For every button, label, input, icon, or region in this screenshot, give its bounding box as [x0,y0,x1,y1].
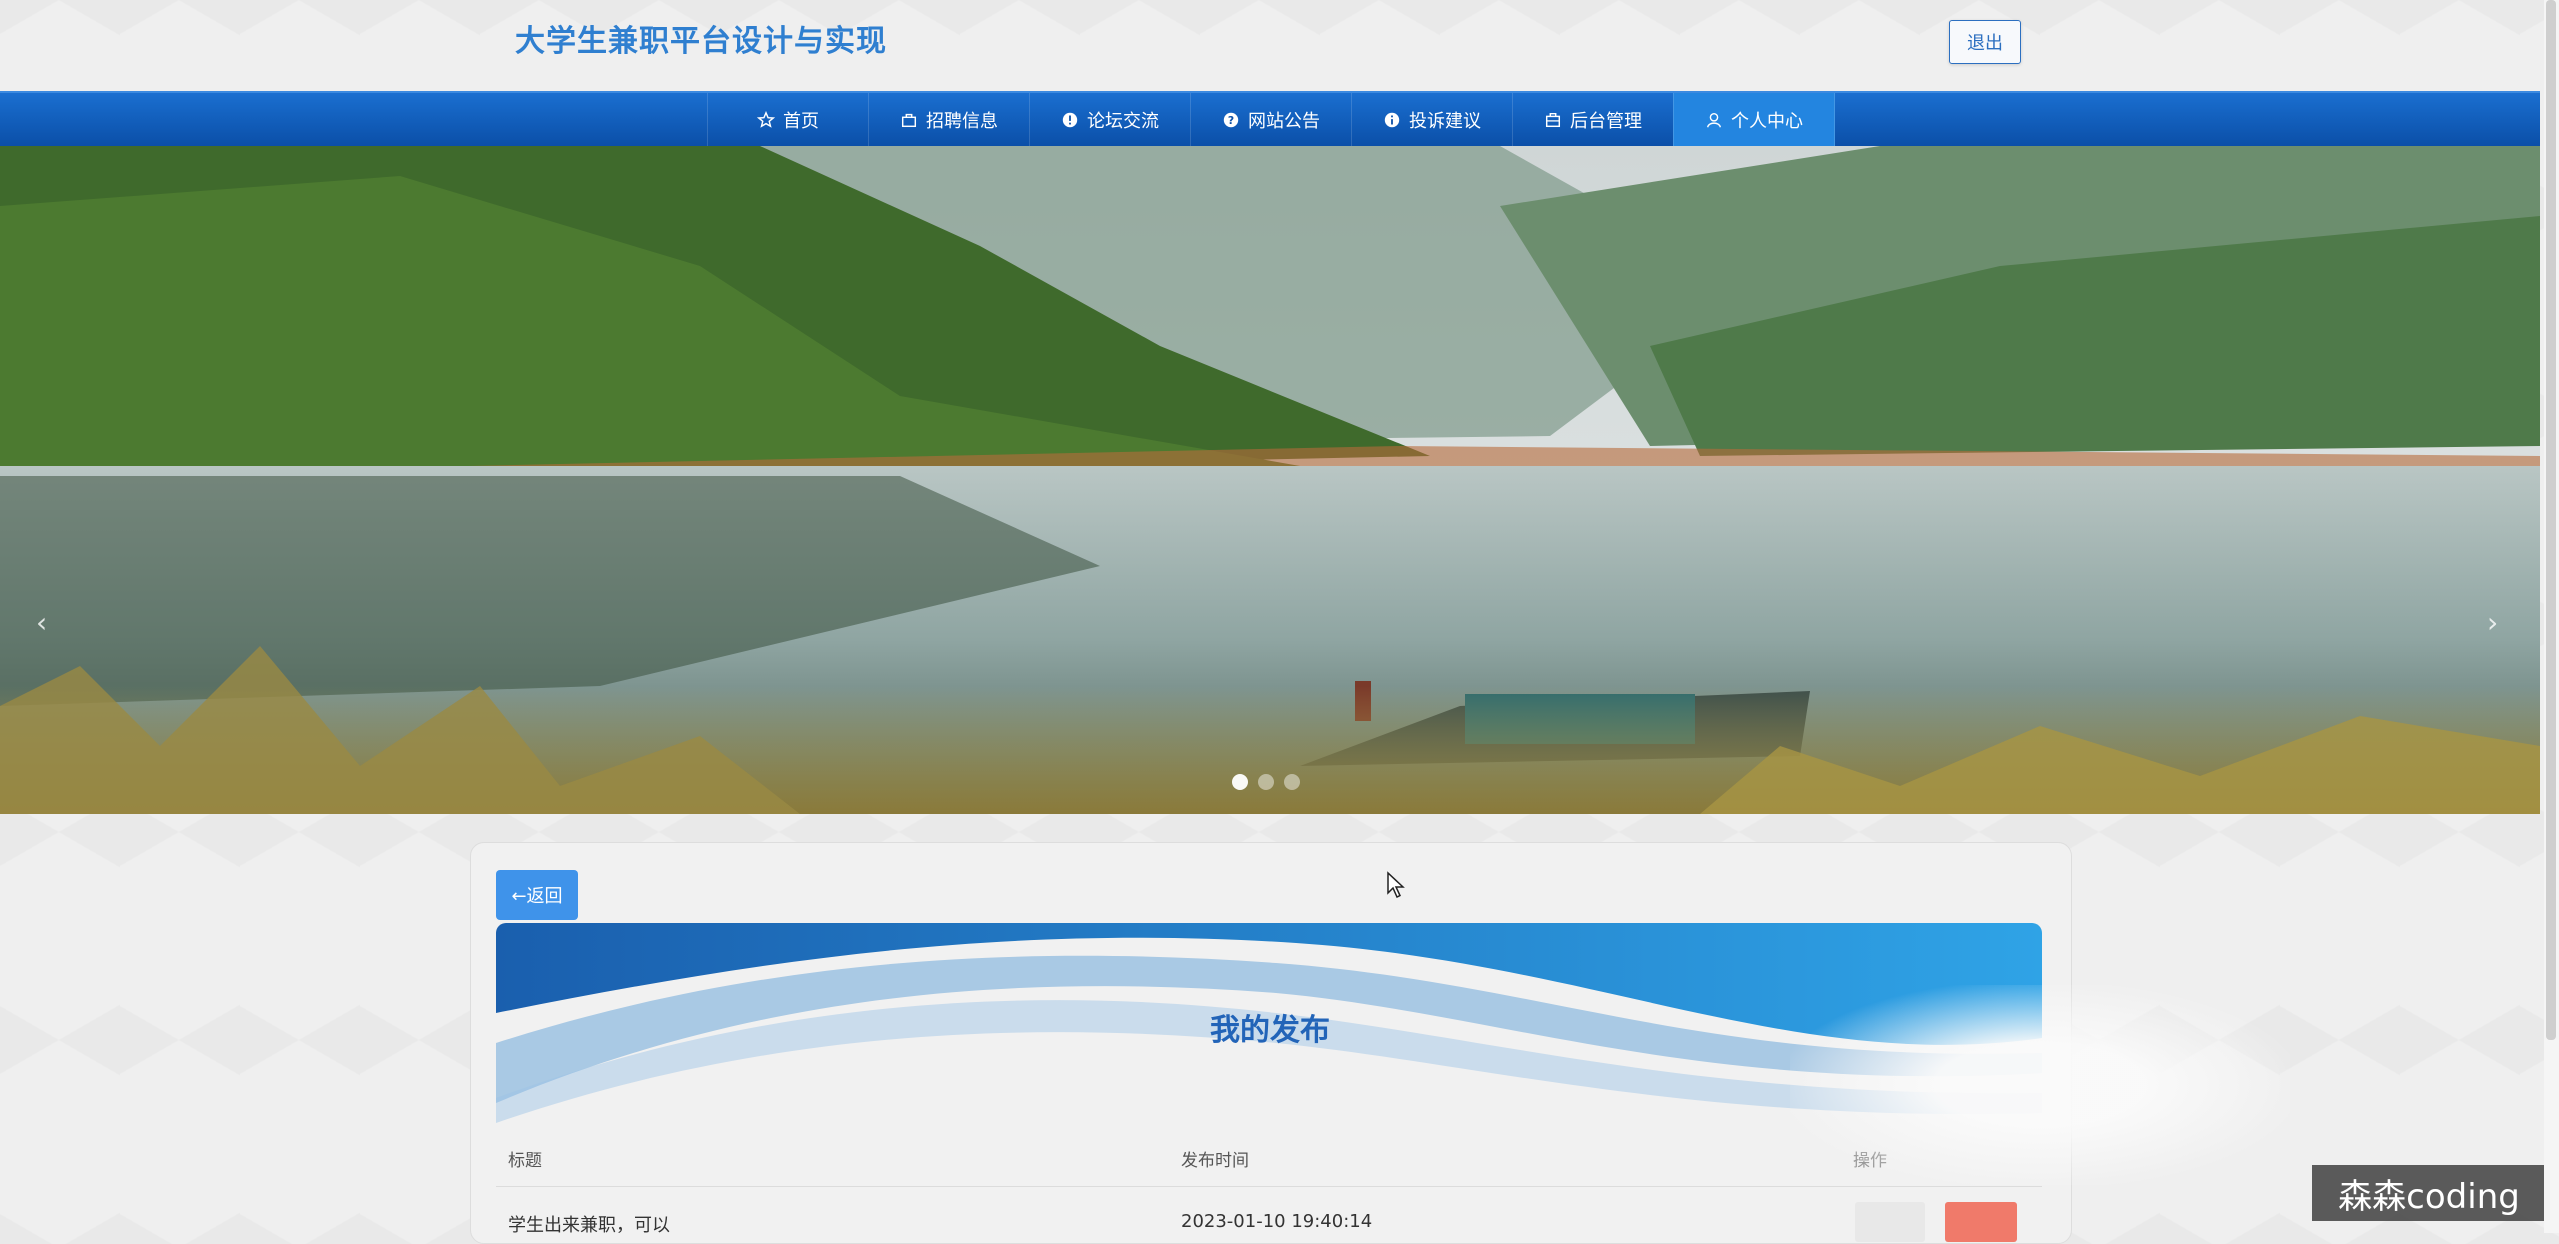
nav-label: 首页 [783,110,819,132]
edit-button[interactable] [1855,1202,1925,1242]
watermark: 森森coding [2312,1165,2546,1221]
scrollbar-thumb[interactable] [2546,0,2556,1040]
back-button[interactable]: ←返回 [496,870,578,920]
page-title: 我的发布 [1210,1013,1330,1048]
nav-label: 网站公告 [1248,110,1320,132]
delete-button[interactable] [1945,1202,2017,1242]
nav-label: 个人中心 [1731,110,1803,132]
banner-carousel[interactable]: ‹ › [0,146,2540,814]
main-nav: 首页 招聘信息 论坛交流 ? 网站公告 投诉建议 后台管理 个人中心 [0,91,2540,146]
user-icon [1706,112,1722,127]
table-cell-time: 2023-01-10 19:40:14 [1181,1211,1373,1232]
nav-item-notice[interactable]: ? 网站公告 [1190,93,1351,146]
info-icon [1384,112,1400,127]
carousel-dot[interactable] [1258,774,1274,790]
banner-image [0,146,2540,814]
header: 大学生兼职平台设计与实现 退出 [0,0,2540,90]
svg-text:?: ? [1228,114,1234,127]
table-cell-title: 学生出来兼职，可以 [508,1215,670,1236]
carousel-dots [1232,774,1300,790]
column-header-title: 标题 [508,1151,542,1171]
info-icon [1062,112,1078,127]
briefcase-icon [1545,112,1561,127]
nav-item-complaint[interactable]: 投诉建议 [1351,93,1512,146]
site-title: 大学生兼职平台设计与实现 [515,24,887,59]
carousel-dot[interactable] [1232,774,1248,790]
carousel-prev-button[interactable]: ‹ [36,606,47,639]
table-divider [496,1186,2042,1187]
nav-label: 招聘信息 [926,110,998,132]
nav-item-jobs[interactable]: 招聘信息 [868,93,1029,146]
bag-icon [901,113,917,127]
carousel-dot[interactable] [1284,774,1300,790]
nav-label: 投诉建议 [1409,110,1481,132]
column-header-time: 发布时间 [1181,1151,1249,1171]
overlay-glare [1790,985,2290,1185]
nav-item-forum[interactable]: 论坛交流 [1029,93,1190,146]
nav-item-admin[interactable]: 后台管理 [1512,93,1673,146]
carousel-next-button[interactable]: › [2487,606,2498,639]
nav-label: 后台管理 [1570,110,1642,132]
nav-item-home[interactable]: 首页 [707,93,868,146]
nav-label: 论坛交流 [1087,110,1159,132]
nav-item-profile[interactable]: 个人中心 [1673,93,1835,146]
question-icon: ? [1223,112,1239,127]
logout-button[interactable]: 退出 [1949,20,2021,64]
star-icon [757,110,775,128]
mouse-cursor-icon [1387,871,1405,899]
